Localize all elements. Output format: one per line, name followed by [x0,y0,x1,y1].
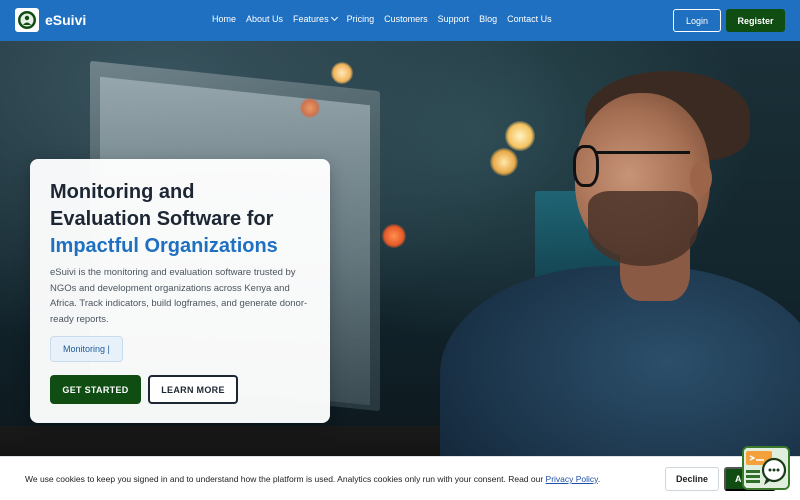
main-nav: Home About Us Features Pricing Customers… [212,13,562,24]
brand-name[interactable]: eSuivi [45,12,86,28]
get-started-button[interactable]: GET STARTED [50,375,141,404]
bokeh-light [490,148,518,176]
hero-description: eSuivi is the monitoring and evaluation … [50,267,308,325]
nav-item-customers[interactable]: Customers [384,14,428,24]
typing-text-badge: Monitoring | [50,336,123,362]
cookie-text: We use cookies to keep you signed in and… [25,474,546,484]
glasses-arm [596,151,690,154]
hero-title-highlight: Impactful Organizations [50,235,278,257]
hero-title: Monitoring and Evaluation Software for I… [50,179,320,260]
privacy-policy-link[interactable]: Privacy Policy [546,474,598,484]
nav-item-blog[interactable]: Blog [479,14,497,24]
person-ear [690,161,712,195]
person-beard [588,191,698,266]
nav-item-pricing[interactable]: Pricing [347,14,375,24]
register-button[interactable]: Register [726,9,785,32]
nav-item-features-label: Features [293,14,329,24]
bokeh-light [300,98,320,118]
chevron-down-icon [330,13,338,22]
bokeh-light [382,224,406,248]
hero-title-line1: Monitoring and [50,181,195,203]
nav-item-support[interactable]: Support [438,14,470,24]
top-navbar: eSuivi Home About Us Features Pricing Cu… [0,0,800,41]
glasses [573,145,599,187]
nav-item-features[interactable]: Features [293,13,338,24]
cookie-message: We use cookies to keep you signed in and… [25,474,600,484]
nav-item-about-us[interactable]: About Us [246,14,283,24]
cookie-consent-bar: We use cookies to keep you signed in and… [0,456,800,500]
chat-widget-icon[interactable] [742,446,790,490]
decline-cookies-button[interactable]: Decline [665,467,719,491]
learn-more-button[interactable]: LEARN MORE [148,375,238,404]
hero-title-line2: Evaluation Software for [50,208,274,230]
login-button[interactable]: Login [673,9,721,32]
bokeh-light [505,121,535,151]
bokeh-light [331,62,353,84]
nav-item-contact-us[interactable]: Contact Us [507,14,552,24]
cookie-suffix: . [597,474,601,484]
nav-item-home[interactable]: Home [212,14,236,24]
esuivi-logo-icon[interactable] [15,8,39,32]
hero-card: Monitoring and Evaluation Software for I… [30,159,330,423]
